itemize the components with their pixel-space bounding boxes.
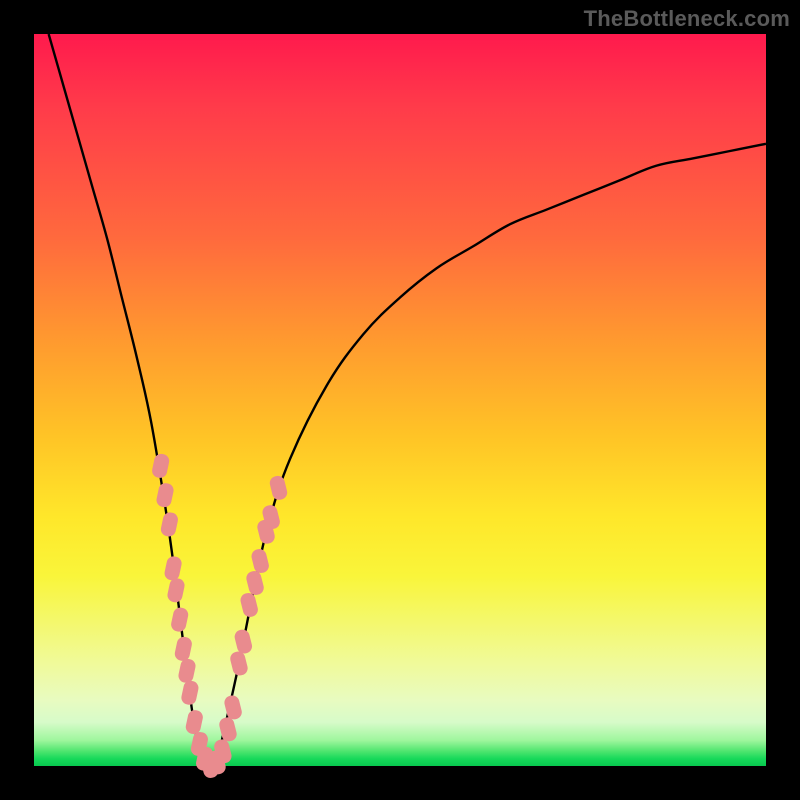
curve-marker: [151, 453, 171, 480]
curve-marker: [218, 716, 238, 743]
curve-marker: [233, 628, 253, 655]
curve-marker: [155, 482, 175, 509]
curve-marker: [245, 570, 265, 597]
curve-marker: [163, 555, 183, 582]
bottleneck-curve: [49, 34, 766, 766]
curve-marker: [184, 709, 204, 736]
curve-marker: [239, 592, 259, 619]
watermark-text: TheBottleneck.com: [584, 6, 790, 32]
curve-marker: [180, 680, 200, 707]
curve-layer: [34, 34, 766, 766]
curve-marker: [160, 511, 180, 538]
curve-marker: [268, 474, 288, 501]
marker-group: [151, 453, 289, 780]
curve-marker: [166, 577, 186, 604]
curve-marker: [173, 636, 193, 663]
curve-marker: [170, 606, 190, 633]
curve-marker: [177, 658, 197, 685]
chart-frame: TheBottleneck.com: [0, 0, 800, 800]
curve-marker: [250, 548, 270, 575]
curve-marker: [229, 650, 249, 677]
